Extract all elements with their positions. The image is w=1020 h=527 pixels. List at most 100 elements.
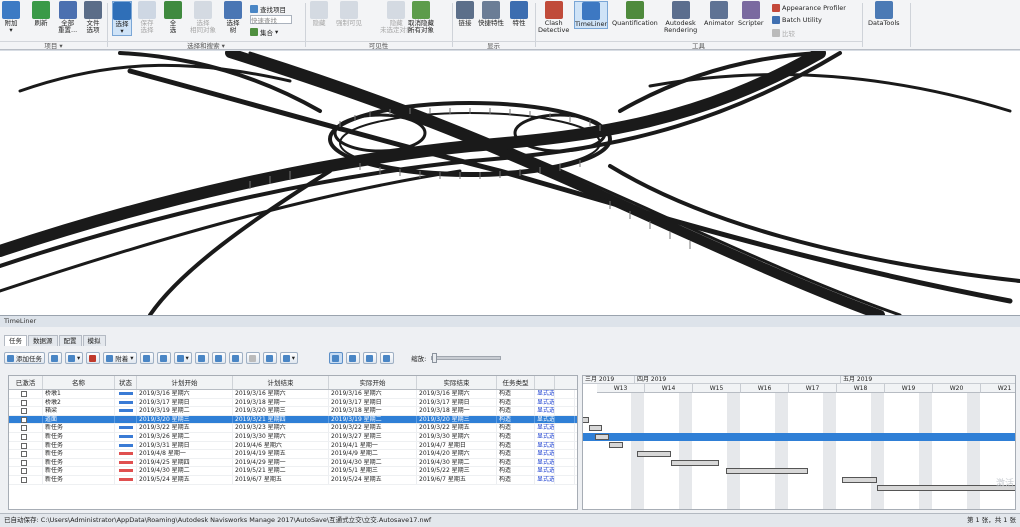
column-header[interactable]: 计划结束	[233, 376, 329, 389]
active-cell[interactable]	[9, 432, 43, 441]
cell-type[interactable]: 构造	[497, 415, 535, 424]
cell-name[interactable]: 新任务	[43, 475, 115, 484]
outdent-button[interactable]	[228, 352, 243, 364]
status-cell[interactable]	[115, 432, 137, 441]
cell-type[interactable]: 构造	[497, 407, 535, 415]
table-row[interactable]: 道面 2019/3/20 星期三 2019/3/21 星期四 2019/3/19 星期…	[9, 415, 577, 425]
batch-utility-button[interactable]: Batch Utility	[772, 16, 822, 24]
cell-type[interactable]: 构造	[497, 458, 535, 467]
cell-ps[interactable]: 2019/4/8 星期一	[137, 450, 233, 458]
cell-pe[interactable]: 2019/3/20 星期三	[233, 407, 329, 415]
cell-name[interactable]: 箱梁	[43, 407, 115, 415]
tab-tasks[interactable]: 任务	[4, 335, 27, 346]
cell-pe[interactable]: 2019/3/21 星期四	[233, 415, 329, 424]
status-cell[interactable]	[115, 475, 137, 484]
3d-viewport[interactable]	[0, 47, 1020, 320]
status-cell[interactable]	[115, 458, 137, 467]
delete-task-button[interactable]	[86, 352, 101, 364]
cell-ae[interactable]: 2019/4/7 星期日	[417, 441, 497, 450]
gantt-bar[interactable]	[595, 433, 610, 440]
active-checkbox[interactable]	[21, 391, 27, 397]
cell-as[interactable]: 2019/3/16 星期六	[329, 390, 417, 398]
cell-att[interactable]: 显式选择	[535, 475, 555, 484]
column-header[interactable]: 状态	[115, 376, 137, 389]
cell-as[interactable]: 2019/3/18 星期一	[329, 407, 417, 415]
cell-type[interactable]: 构造	[497, 475, 535, 484]
active-cell[interactable]	[9, 407, 43, 415]
cell-ps[interactable]: 2019/3/26 星期二	[137, 432, 233, 441]
cell-att[interactable]: 显式选择	[535, 458, 555, 467]
cell-as[interactable]: 2019/4/9 星期二	[329, 450, 417, 458]
cell-name[interactable]: 桥墩2	[43, 398, 115, 407]
cell-pe[interactable]: 2019/4/29 星期一	[233, 458, 329, 467]
ribbon-button-12[interactable]: 取消隐藏 所有对象	[408, 1, 434, 34]
cell-att[interactable]: 显式选择	[535, 390, 555, 398]
active-cell[interactable]	[9, 441, 43, 450]
cell-ps[interactable]: 2019/4/30 星期二	[137, 467, 233, 475]
status-cell[interactable]	[115, 415, 137, 424]
ribbon-button-18[interactable]: Quantification	[612, 1, 658, 27]
ribbon-button-17[interactable]: TimeLiner	[574, 1, 609, 29]
ribbon-button-20[interactable]: Animator	[704, 1, 734, 27]
cell-type[interactable]: 构造	[497, 450, 535, 458]
auto-add-button[interactable]: ▾	[65, 352, 84, 364]
active-checkbox[interactable]	[21, 425, 27, 432]
cell-pe[interactable]: 2019/6/7 星期五	[233, 475, 329, 484]
cell-name[interactable]: 新任务	[43, 458, 115, 467]
cell-att[interactable]: 显式选择	[535, 450, 555, 458]
view-planned-actual-button[interactable]	[380, 352, 395, 364]
table-row[interactable]: 新任务 2019/3/22 星期五 2019/3/23 星期六 2019/3/22 星…	[9, 424, 577, 433]
gantt-chart[interactable]: 三月 2019 四月 2019 五月 2019 W13 W14 W15 W16 W17 W18 W…	[582, 375, 1016, 510]
cell-name[interactable]: 新任务	[43, 424, 115, 432]
ribbon-button-22[interactable]: DataTools	[868, 1, 900, 27]
active-checkbox[interactable]	[21, 399, 27, 406]
active-checkbox[interactable]	[21, 408, 27, 415]
ribbon-button-9[interactable]: 隐藏	[310, 1, 328, 27]
ribbon-button-14[interactable]: 快捷特性	[478, 1, 504, 27]
active-cell[interactable]	[9, 398, 43, 407]
ribbon-button-4[interactable]: 选择 ▾	[112, 1, 132, 36]
cell-as[interactable]: 2019/3/27 星期三	[329, 432, 417, 441]
cell-ae[interactable]: 2019/3/16 星期六	[417, 390, 497, 398]
cell-type[interactable]: 构造	[497, 441, 535, 450]
view-planned-button[interactable]	[346, 352, 361, 364]
ribbon-button-5[interactable]: 保存 选择	[138, 1, 156, 34]
view-gantt-button[interactable]	[329, 352, 344, 364]
active-checkbox[interactable]	[21, 459, 27, 466]
table-row[interactable]: 新任务 2019/5/24 星期五 2019/6/7 星期五 2019/5/24 星期…	[9, 475, 577, 485]
compare-button[interactable]: 比较	[772, 28, 795, 38]
table-row[interactable]: 新任务 2019/4/30 星期二 2019/5/21 星期二 2019/5/1 星期…	[9, 467, 577, 476]
cell-att[interactable]: 显式选择	[535, 407, 555, 415]
cell-ps[interactable]: 2019/3/20 星期三	[137, 415, 233, 424]
sets-dropdown[interactable]: 集合 ▾	[250, 27, 278, 37]
cell-pe[interactable]: 2019/3/23 星期六	[233, 424, 329, 432]
auto-attach-button[interactable]	[139, 352, 154, 364]
cell-type[interactable]: 构造	[497, 432, 535, 441]
table-row[interactable]: 箱梁 2019/3/19 星期二 2019/3/20 星期三 2019/3/18 星期…	[9, 407, 577, 416]
cell-name[interactable]: 新任务	[43, 441, 115, 450]
zoom-slider-thumb[interactable]	[432, 353, 438, 363]
ribbon-button-10[interactable]: 强制可见	[336, 1, 362, 27]
gantt-bar[interactable]	[725, 468, 808, 475]
cell-as[interactable]: 2019/5/1 星期三	[329, 467, 417, 475]
gantt-bar[interactable]	[636, 451, 671, 457]
active-checkbox[interactable]	[21, 433, 27, 440]
cell-pe[interactable]: 2019/3/16 星期六	[233, 390, 329, 398]
table-row[interactable]: 新任务 2019/4/8 星期一 2019/4/19 星期五 2019/4/9 星期二…	[9, 450, 577, 459]
cell-att[interactable]: 显式选择	[535, 398, 555, 407]
tab-data-sources[interactable]: 数据源	[28, 335, 58, 346]
ribbon-button-7[interactable]: 选择 相同对象	[190, 1, 216, 34]
ribbon-button-0[interactable]: 附加 ▾	[2, 1, 20, 34]
cell-att[interactable]: 显式选择	[535, 415, 555, 424]
active-checkbox[interactable]	[21, 468, 27, 475]
find-items-button[interactable]: 查找项目	[250, 4, 286, 14]
table-row[interactable]: 桥墩2 2019/3/17 星期日 2019/3/18 星期一 2019/3/17 星…	[9, 398, 577, 408]
group-select-search[interactable]: 选择和搜索 ▾	[107, 41, 305, 50]
ribbon-button-19[interactable]: Autodesk Rendering	[664, 1, 697, 34]
cell-name[interactable]: 新任务	[43, 432, 115, 441]
cell-as[interactable]: 2019/3/17 星期日	[329, 398, 417, 407]
insert-task-button[interactable]	[48, 352, 62, 364]
clear-button[interactable]	[156, 352, 171, 364]
link-button[interactable]	[245, 352, 260, 364]
column-header[interactable]: 名称	[43, 376, 115, 389]
